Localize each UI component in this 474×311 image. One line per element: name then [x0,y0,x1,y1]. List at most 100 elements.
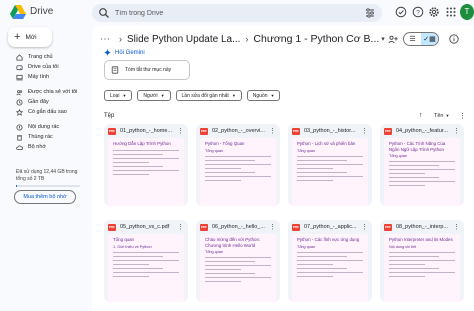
file-more-icon[interactable]: ⋮ [453,223,460,231]
buy-storage-button[interactable]: Mua thêm bộ nhớ [14,190,76,204]
thumbnail-text-line [113,263,150,265]
file-name: 08_python_-_interp... [396,224,448,230]
chevron-right-icon: › [245,34,249,44]
file-more-icon[interactable]: ⋮ [361,223,368,231]
app-name: Drive [30,6,54,17]
thumbnail-title: Python Interpreter and its Modes [389,237,453,242]
sidebar-item-starred[interactable]: Có gắn dấu sao [0,107,92,117]
sidebar-item-spam[interactable]: Nội dung rác [0,122,92,132]
file-more-icon[interactable]: ⋮ [177,223,184,231]
sidebar-item-home[interactable]: Trang chủ [0,52,92,62]
more-options-icon[interactable]: ⋮ [459,112,466,120]
thumbnail-title: Hướng Dẫn Lập Trình Python [113,141,171,146]
thumbnail-text-line [297,275,334,277]
apps-grid-icon[interactable] [445,6,457,18]
sidebar-item-recent[interactable]: Gần đây [0,97,92,107]
chevron-down-icon: ▼ [445,113,450,118]
pdf-file-icon: PDF [200,127,208,135]
thumbnail-text-line [389,169,455,170]
search-input[interactable] [115,9,315,17]
sidebar-item-shared[interactable]: Được chia sẻ với tôi [0,87,92,97]
thumbnail-subtitle: Tổng quan [297,244,316,249]
file-card-header: PDF 01_python_-_home... [104,124,188,138]
filter-people[interactable]: Người ▼ [137,90,171,101]
file-thumbnail[interactable]: Hướng Dẫn Lập Trình Python [108,138,184,206]
file-more-icon[interactable]: ⋮ [177,127,184,135]
star-icon [16,108,23,116]
thumbnail-title: Tổng quan [113,237,134,242]
file-more-icon[interactable]: ⋮ [453,127,460,135]
thumbnail-text-line [113,173,150,175]
file-card[interactable]: PDF 02_python_-_overvi... ⋮ Python - Tổng Q… [196,124,280,206]
sort-by-button[interactable]: Tên ▼ [434,113,449,119]
file-card[interactable]: PDF 04_python_-_featur... ⋮ Python - Các Tí… [380,124,464,206]
filter-label: Nguồn [252,92,268,99]
drive-logo-icon[interactable] [10,5,26,19]
file-more-icon[interactable]: ⋮ [269,127,276,135]
file-card[interactable]: PDF 06_python_-_hello_... ⋮ Chào mừng đến v… [196,220,280,302]
pdf-file-icon: PDF [200,223,208,231]
thumbnail-text-line [297,179,334,181]
search-icon[interactable] [98,7,110,19]
offline-status-icon[interactable] [395,6,407,18]
file-thumbnail[interactable]: Python Interpreter and its Modes Nội dung… [384,234,460,302]
file-thumbnail[interactable]: Python - Các Tính Năng Của Ngôn Ngữ Lập … [384,138,460,206]
gemini-sparkle-icon [104,49,111,56]
share-folder-icon[interactable] [388,34,398,44]
file-card[interactable]: PDF 01_python_-_home... ⋮ Hướng Dẫn Lập Trì… [104,124,188,206]
sidebar-item-my-drive[interactable]: Drive của tôi [0,62,92,72]
file-card-header: PDF 05_python_vs_c.pdf [104,220,188,234]
filter-source[interactable]: Nguồn ▼ [246,90,281,101]
thumbnail-text-line [389,271,455,273]
file-card[interactable]: PDF 07_python_-_applic... ⋮ Python - Các lĩ… [288,220,372,302]
file-thumbnail[interactable]: Python - Lịch sử và phiên bản Tổng quan [292,138,368,206]
thumbnail-title: Chào mừng đến với Python: Chương trình H… [205,237,261,248]
filter-modified[interactable]: Lần sửa đổi gần nhất ▼ [175,90,242,101]
sidebar-nav: Trang chủ Drive của tôi Máy tính Được ch… [0,52,92,152]
file-name: 01_python_-_home... [120,128,172,134]
filter-type[interactable]: Loại ▼ [104,90,133,101]
settings-gear-icon[interactable] [428,6,440,18]
breadcrumb-more-icon[interactable]: ⋯ [100,34,110,45]
thumbnail-text-line [389,173,426,174]
sort-direction-icon[interactable]: ↑ [419,112,423,119]
thumbnail-text-line [205,167,242,169]
ask-gemini-link[interactable]: Hỏi Gemini [104,49,145,56]
file-more-icon[interactable]: ⋮ [361,127,368,135]
top-bar: Drive ? [0,0,474,26]
new-button[interactable]: + Mới [8,27,52,47]
sidebar-item-label: Gần đây [28,99,49,105]
file-more-icon[interactable]: ⋮ [269,223,276,231]
sidebar-item-storage[interactable]: Bộ nhớ [0,142,92,152]
breadcrumb-current[interactable]: Chương 1 - Python Cơ B... [253,33,379,45]
file-card[interactable]: PDF 03_python_-_histor... ⋮ Python - Lịch s… [288,124,372,206]
file-card[interactable]: PDF 08_python_-_interp... ⋮ Python Interpre… [380,220,464,302]
search-options-icon[interactable] [364,7,376,19]
file-thumbnail[interactable]: Tổng quan 1. Giới thiệu về Python [108,234,184,302]
chevron-down-icon: ▼ [231,93,236,98]
file-thumbnail[interactable]: Chào mừng đến với Python: Chương trình H… [200,234,276,302]
list-view-icon[interactable]: ☰ [404,33,421,45]
main-content: ⋯ › Slide Python Update La... › Chương 1… [92,26,474,311]
file-thumbnail[interactable]: Python - Tổng Quan Tổng quan [200,138,276,206]
thumbnail-subtitle: Tổng quan [205,148,224,153]
filter-label: Người [143,92,158,99]
file-thumbnail[interactable]: Python - Các lĩnh vực ứng dụng Tổng quan [292,234,368,302]
sidebar-item-trash[interactable]: Thùng rác [0,132,92,142]
file-card[interactable]: PDF 05_python_vs_c.pdf ⋮ Tổng quan 1. Giới t… [104,220,188,302]
help-icon[interactable]: ? [412,6,424,18]
file-card-header: PDF 02_python_-_overvi... [196,124,280,138]
filter-label: Loại [110,92,120,99]
thumbnail-text-line [205,281,242,282]
file-card-header: PDF 06_python_-_hello_... [196,220,280,234]
sidebar-item-computers[interactable]: Máy tính [0,72,92,82]
info-icon[interactable] [449,34,459,44]
breadcrumb-parent[interactable]: Slide Python Update La... [127,34,240,45]
account-avatar[interactable]: T [460,4,474,20]
grid-view-icon[interactable]: ✓▦ [421,33,438,45]
summarize-folder-button[interactable]: Tóm tắt thư mục này [104,60,190,80]
thumbnail-text-line [389,275,426,277]
search-box[interactable] [92,4,382,22]
thumbnail-text-line [113,259,179,261]
chevron-down-icon[interactable]: ▾ [381,35,385,43]
